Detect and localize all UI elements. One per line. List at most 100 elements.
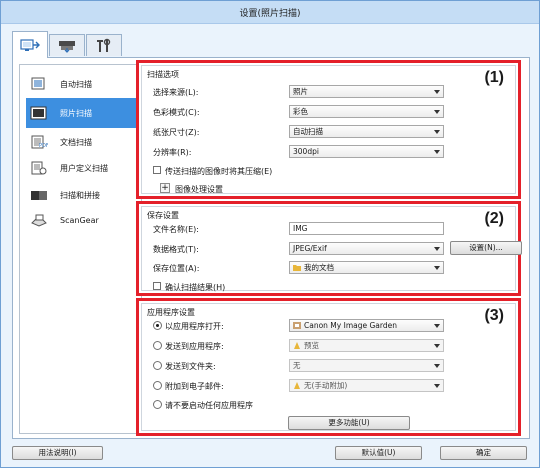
data-format-label: 数据格式(T):	[153, 245, 199, 254]
confirm-label: 确认扫描结果(H)	[165, 283, 226, 292]
save-in-label: 保存位置(A):	[153, 264, 200, 273]
open-with-select[interactable]: Canon My Image Garden	[289, 319, 444, 332]
data-format-select[interactable]: JPEG/Exif	[289, 242, 444, 255]
open-with-radio[interactable]	[153, 321, 162, 330]
group-title: 扫描选项	[147, 70, 179, 79]
save-in-row: 保存位置(A): 我的文档	[153, 261, 513, 274]
resolution-label: 分辨率(R):	[153, 148, 192, 157]
confirm-checkbox[interactable]	[153, 282, 161, 290]
image-processing-row[interactable]: + 图像处理设置	[153, 182, 353, 195]
sidebar-item-label: 自动扫描	[60, 79, 92, 89]
scan-options-group: 扫描选项 (1) 选择来源(L): 照片 色彩模式(C): 彩色 纸张尺寸(Z)…	[136, 60, 521, 199]
color-mode-row: 色彩模式(C): 彩色	[153, 105, 513, 118]
document-scan-icon: PDF	[30, 135, 48, 149]
resolution-select[interactable]: 300dpi	[289, 145, 444, 158]
tab-general-settings[interactable]	[86, 34, 122, 56]
scan-type-list: 自动扫描 照片扫描 PDF 文档扫描 用户定义扫描 扫描和拼接 ScanGear	[19, 64, 142, 434]
file-name-input[interactable]: IMG	[289, 222, 444, 235]
general-settings-tools-icon	[97, 38, 111, 52]
attach-email-radio[interactable]	[153, 381, 162, 390]
sidebar-item-label: 用户定义扫描	[60, 163, 108, 173]
chevron-down-icon	[434, 266, 440, 270]
compress-checkbox[interactable]	[153, 166, 161, 174]
chevron-down-icon	[434, 384, 440, 388]
attach-email-row: 附加到电子邮件: 无(手动附加)	[153, 379, 513, 392]
expand-icon[interactable]: +	[160, 183, 170, 193]
email-app-icon	[294, 382, 300, 389]
tab-scan-from-computer[interactable]	[12, 31, 48, 58]
svg-text:PDF: PDF	[39, 143, 48, 149]
attach-email-label: 附加到电子邮件:	[165, 382, 224, 391]
ok-button[interactable]: 确定	[440, 446, 527, 460]
send-to-folder-row: 发送到文件夹: 无	[153, 359, 513, 372]
scangear-icon	[30, 213, 48, 227]
app-icon	[293, 322, 301, 329]
chevron-down-icon	[434, 344, 440, 348]
sidebar-item-photo-scan[interactable]: 照片扫描	[26, 98, 139, 128]
window-title: 设置(照片扫描)	[239, 9, 301, 19]
send-to-folder-select[interactable]: 无	[289, 359, 444, 372]
send-to-app-label: 发送到应用程序:	[165, 342, 224, 351]
paper-size-row: 纸张尺寸(Z): 自动扫描	[153, 125, 513, 138]
content-frame: 自动扫描 照片扫描 PDF 文档扫描 用户定义扫描 扫描和拼接 ScanGear…	[12, 57, 530, 439]
scan-stitch-icon	[30, 188, 48, 202]
sidebar-item-document-scan[interactable]: PDF 文档扫描	[26, 132, 139, 152]
group-title: 应用程序设置	[147, 308, 195, 317]
open-with-label: 以应用程序打开:	[165, 322, 224, 331]
color-mode-select[interactable]: 彩色	[289, 105, 444, 118]
scanner-panel-icon	[59, 40, 75, 53]
chevron-down-icon	[434, 364, 440, 368]
attach-email-select[interactable]: 无(手动附加)	[289, 379, 444, 392]
chevron-down-icon	[434, 110, 440, 114]
sidebar-item-scan-stitch[interactable]: 扫描和拼接	[26, 185, 139, 205]
save-settings-group: 保存设置 (2) 文件名称(E): IMG 数据格式(T): JPEG/Exif…	[136, 201, 522, 296]
chevron-down-icon	[434, 324, 440, 328]
defaults-button[interactable]: 默认值(U)	[335, 446, 422, 460]
sidebar-item-auto-scan[interactable]: 自动扫描	[26, 74, 139, 94]
group-title: 保存设置	[147, 211, 179, 220]
tab-strip	[12, 31, 532, 58]
sidebar-item-label: 扫描和拼接	[60, 190, 100, 200]
tab-scanner-panel[interactable]	[49, 34, 85, 56]
chevron-down-icon	[434, 130, 440, 134]
file-name-row: 文件名称(E): IMG	[153, 222, 513, 235]
save-in-select[interactable]: 我的文档	[289, 261, 444, 274]
color-mode-label: 色彩模式(C):	[153, 108, 200, 117]
chevron-down-icon	[434, 150, 440, 154]
send-to-folder-radio[interactable]	[153, 361, 162, 370]
sidebar-item-custom-scan[interactable]: 用户定义扫描	[26, 158, 139, 178]
source-label: 选择来源(L):	[153, 88, 199, 97]
confirm-row[interactable]: 确认扫描结果(H)	[153, 280, 353, 293]
sidebar-item-label: ScanGear	[60, 215, 99, 225]
preview-app-icon	[294, 342, 300, 349]
help-button[interactable]: 用法说明(I)	[12, 446, 103, 460]
sidebar-item-label: 照片扫描	[60, 108, 92, 118]
scan-from-computer-icon	[20, 39, 40, 51]
image-processing-label: 图像处理设置	[175, 185, 223, 194]
send-to-app-radio[interactable]	[153, 341, 162, 350]
file-name-label: 文件名称(E):	[153, 225, 199, 234]
folder-icon	[293, 265, 301, 271]
chevron-down-icon	[434, 90, 440, 94]
do-not-start-radio[interactable]	[153, 400, 162, 409]
photo-scan-icon	[30, 106, 48, 120]
compress-row[interactable]: 传送扫描的图像时将其压缩(E)	[153, 164, 453, 177]
title-bar: 设置(照片扫描)	[1, 1, 539, 24]
compress-label: 传送扫描的图像时将其压缩(E)	[165, 167, 273, 176]
source-select[interactable]: 照片	[289, 85, 444, 98]
paper-size-select[interactable]: 自动扫描	[289, 125, 444, 138]
auto-scan-icon	[30, 77, 48, 91]
application-settings-group: 应用程序设置 (3) 以应用程序打开: Canon My Image Garde…	[136, 298, 521, 436]
data-format-row: 数据格式(T): JPEG/Exif 设置(N)...	[153, 241, 522, 255]
settings-window: 设置(照片扫描) 自动扫描 照片扫描 PDF 文档扫描 用户定义扫描 扫描和拼接…	[0, 0, 540, 468]
sidebar-item-label: 文档扫描	[60, 137, 92, 147]
sidebar-item-scangear[interactable]: ScanGear	[26, 210, 139, 230]
send-to-app-select[interactable]: 预览	[289, 339, 444, 352]
more-functions-button[interactable]: 更多功能(U)	[288, 416, 410, 430]
send-to-folder-label: 发送到文件夹:	[165, 362, 216, 371]
send-to-app-row: 发送到应用程序: 预览	[153, 339, 513, 352]
format-settings-button[interactable]: 设置(N)...	[450, 241, 522, 255]
source-row: 选择来源(L): 照片	[153, 85, 513, 98]
footer-bar: 用法说明(I) 默认值(U) 确定	[1, 439, 539, 467]
custom-scan-icon	[30, 161, 48, 175]
